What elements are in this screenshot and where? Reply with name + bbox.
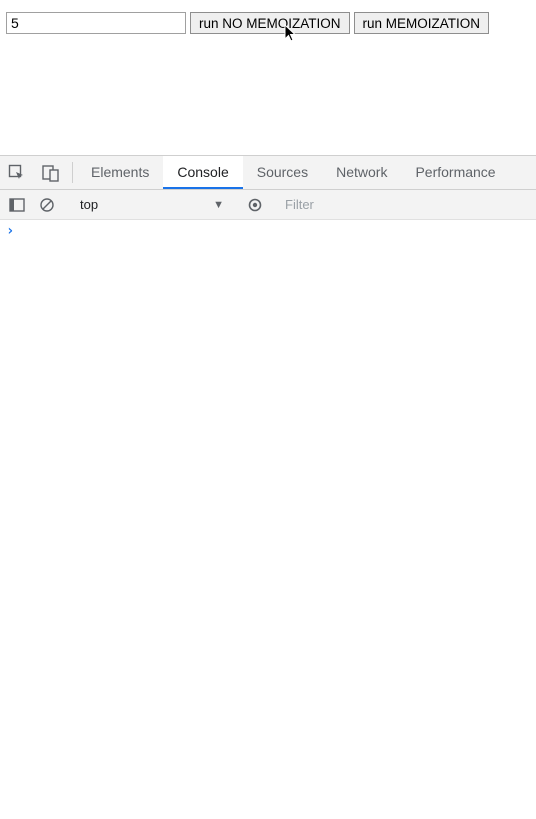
run-no-memoization-button[interactable]: run NO MEMOIZATION [190,12,350,34]
tab-label: Network [336,164,387,180]
console-filter-input[interactable] [279,194,536,216]
console-prompt-caret-icon: › [6,223,14,239]
inspect-element-icon[interactable] [0,156,34,189]
live-expression-icon[interactable] [240,196,270,214]
execution-context-select[interactable]: top ▼ [71,194,231,216]
devtools-panel: Elements Console Sources Network Perform… [0,155,536,819]
tab-sources[interactable]: Sources [243,156,322,189]
device-toolbar-icon[interactable] [34,156,68,189]
controls-row: run NO MEMOIZATION run MEMOIZATION [6,12,530,34]
tab-label: Performance [415,164,495,180]
tab-network[interactable]: Network [322,156,401,189]
tab-console[interactable]: Console [163,156,242,189]
chevron-down-icon: ▼ [213,199,224,211]
clear-console-icon[interactable] [32,197,62,213]
page-content: run NO MEMOIZATION run MEMOIZATION [0,0,536,155]
devtools-tabstrip: Elements Console Sources Network Perform… [0,156,536,190]
number-input[interactable] [6,12,186,34]
tab-elements[interactable]: Elements [77,156,163,189]
tab-label: Sources [257,164,308,180]
console-output[interactable]: › [0,220,536,819]
divider [72,162,73,183]
toggle-console-sidebar-icon[interactable] [2,197,32,213]
console-toolbar: top ▼ [0,190,536,220]
context-selected-label: top [80,197,98,212]
tab-label: Console [177,164,228,180]
run-memoization-button[interactable]: run MEMOIZATION [354,12,490,34]
tab-performance[interactable]: Performance [401,156,509,189]
tab-label: Elements [91,164,149,180]
